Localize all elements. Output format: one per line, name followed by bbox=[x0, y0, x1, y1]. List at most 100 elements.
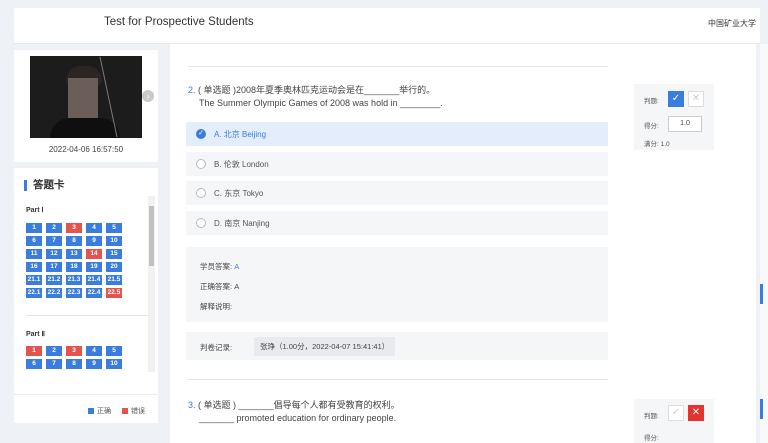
answer-cell-correct[interactable]: 22.2 bbox=[46, 288, 62, 298]
answer-cell-correct[interactable]: 19 bbox=[86, 262, 102, 272]
correct-answer-value: A bbox=[234, 282, 240, 291]
option-d-label: D. 南京 Nanjing bbox=[214, 219, 270, 228]
answer-cell-correct[interactable]: 21.3 bbox=[66, 275, 82, 285]
answer-cell-correct[interactable]: 4 bbox=[86, 346, 102, 356]
grading-panel: 判题: ✓ ✕ 得分: 1.0 满分: 1.0 bbox=[634, 84, 714, 150]
answer-cell-correct[interactable]: 18 bbox=[66, 262, 82, 272]
answer-cell-correct[interactable]: 11 bbox=[26, 249, 42, 259]
answer-card: 答题卡 Part Ⅰ 1 2 3 4 5 6 7 8 9 10 11 12 13 14 15 16 17 18 19… bbox=[14, 168, 158, 423]
answer-cell-correct[interactable]: 13 bbox=[66, 249, 82, 259]
answer-cell-correct[interactable]: 9 bbox=[86, 236, 102, 246]
full-score-value: 1.0 bbox=[660, 141, 670, 148]
answer-cell-correct[interactable]: 17 bbox=[46, 262, 62, 272]
close-icon[interactable]: ✕ bbox=[688, 91, 704, 107]
answer-cell-correct[interactable]: 7 bbox=[46, 359, 62, 369]
option-d[interactable]: D. 南京 Nanjing bbox=[186, 211, 608, 235]
scrollbar-thumb[interactable] bbox=[149, 206, 154, 266]
student-answer-label: 学员答案: bbox=[200, 262, 233, 271]
option-b-label: B. 伦敦 London bbox=[214, 160, 269, 169]
option-a-label: A. 北京 Beijing bbox=[214, 130, 267, 139]
part-divider bbox=[26, 315, 148, 316]
answer-cell-correct[interactable]: 6 bbox=[26, 236, 42, 246]
answer-cell-wrong[interactable]: 1 bbox=[26, 346, 42, 356]
organization-name: 中国矿业大学 bbox=[708, 19, 756, 28]
question-text-cn: 2008年夏季奥林匹克运动会是在_______举行的。 bbox=[236, 85, 436, 95]
right-side-strip bbox=[760, 44, 768, 443]
option-b[interactable]: B. 伦敦 London bbox=[186, 152, 608, 176]
radio-icon[interactable] bbox=[196, 218, 206, 228]
radio-icon[interactable] bbox=[196, 188, 206, 198]
student-answer-value: A bbox=[234, 262, 240, 271]
answer-cell-correct[interactable]: 10 bbox=[106, 359, 122, 369]
question-panel: 2. ( 单选题 )2008年夏季奥林匹克运动会是在_______举行的。 Th… bbox=[170, 44, 756, 443]
correct-answer-label: 正确答案: bbox=[200, 282, 233, 291]
answer-cell-correct[interactable]: 21.2 bbox=[46, 275, 62, 285]
radio-icon[interactable] bbox=[196, 159, 206, 169]
answer-cell-correct[interactable]: 22.3 bbox=[66, 288, 82, 298]
answer-cell-correct[interactable]: 8 bbox=[66, 359, 82, 369]
option-c[interactable]: C. 东京 Tokyo bbox=[186, 181, 608, 205]
answer-cell-correct[interactable]: 6 bbox=[26, 359, 42, 369]
part-1-label: Part Ⅰ bbox=[26, 207, 44, 214]
question-divider-top bbox=[188, 66, 608, 67]
answer-details: 学员答案: A 正确答案: A 解释说明: bbox=[186, 247, 608, 322]
grading-record-label: 判卷记录: bbox=[200, 343, 233, 352]
scroll-marker bbox=[760, 284, 763, 304]
option-c-label: C. 东京 Tokyo bbox=[214, 189, 264, 198]
answer-cell-correct[interactable]: 21.1 bbox=[26, 275, 42, 285]
answer-cell-correct[interactable]: 2 bbox=[46, 223, 62, 233]
person-body bbox=[50, 118, 120, 138]
answer-cell-correct[interactable]: 21.5 bbox=[106, 275, 122, 285]
question-text-cn: _______倡导每个人都有受教育的权利。 bbox=[238, 400, 400, 410]
answer-cell-correct[interactable]: 22.4 bbox=[86, 288, 102, 298]
answer-cell-wrong[interactable]: 3 bbox=[66, 223, 82, 233]
answer-cell-correct[interactable]: 15 bbox=[106, 249, 122, 259]
legend-correct: 正确 bbox=[88, 406, 111, 416]
answer-cell-correct[interactable]: 1 bbox=[26, 223, 42, 233]
grading-record: 判卷记录: 张琤（1.00分，2022-04-07 15:41:41） bbox=[186, 332, 608, 360]
answer-cell-correct[interactable]: 5 bbox=[106, 346, 122, 356]
score-input[interactable]: 1.0 bbox=[668, 116, 702, 132]
answer-cell-wrong[interactable]: 3 bbox=[66, 346, 82, 356]
grading-panel-q3: 判题: ✓ ✕ 得分: bbox=[634, 399, 714, 443]
answer-cell-wrong[interactable]: 22.5 bbox=[106, 288, 122, 298]
answer-cell-correct[interactable]: 21.4 bbox=[86, 275, 102, 285]
answer-cell-correct[interactable]: 10 bbox=[106, 236, 122, 246]
answer-cell-correct[interactable]: 22.1 bbox=[26, 288, 42, 298]
question-3-title: 3. ( 单选题 ) _______倡导每个人都有受教育的权利。 bbox=[188, 400, 400, 411]
answer-cell-correct[interactable]: 9 bbox=[86, 359, 102, 369]
answer-cell-correct[interactable]: 16 bbox=[26, 262, 42, 272]
answer-card-title: 答题卡 bbox=[24, 180, 65, 191]
student-answer-row: 学员答案: A bbox=[200, 261, 239, 272]
question-number: 3. bbox=[188, 400, 196, 410]
answer-cell-correct[interactable]: 5 bbox=[106, 223, 122, 233]
answer-cell-correct[interactable]: 20 bbox=[106, 262, 122, 272]
answer-card-legend: 正确 错误 bbox=[14, 394, 158, 423]
legend-wrong-swatch bbox=[122, 408, 128, 414]
legend-wrong-label: 错误 bbox=[131, 408, 145, 415]
legend-wrong: 错误 bbox=[122, 406, 145, 416]
webcam-card: › 2022-04-06 16:57:50 bbox=[14, 50, 158, 162]
judge-label: 判题: bbox=[644, 98, 659, 105]
answer-cell-correct[interactable]: 4 bbox=[86, 223, 102, 233]
option-a[interactable]: ✓ A. 北京 Beijing bbox=[186, 122, 608, 146]
question-type: ( 单选题 ) bbox=[198, 85, 237, 95]
question-divider bbox=[188, 379, 608, 380]
answer-cell-correct[interactable]: 12 bbox=[46, 249, 62, 259]
answer-card-scrollbar[interactable] bbox=[148, 196, 155, 372]
answer-cell-correct[interactable]: 8 bbox=[66, 236, 82, 246]
grading-record-value: 张琤（1.00分，2022-04-07 15:41:41） bbox=[254, 337, 396, 356]
check-icon[interactable]: ✓ bbox=[668, 405, 684, 421]
close-icon[interactable]: ✕ bbox=[688, 405, 704, 421]
answer-cell-correct[interactable]: 7 bbox=[46, 236, 62, 246]
question-number: 2. bbox=[188, 85, 196, 95]
question-3-english: _______ promoted education for ordinary … bbox=[199, 413, 397, 423]
answer-cell-correct[interactable]: 2 bbox=[46, 346, 62, 356]
radio-checked-icon[interactable]: ✓ bbox=[196, 129, 206, 139]
explanation-label: 解释说明: bbox=[200, 302, 233, 311]
check-icon[interactable]: ✓ bbox=[668, 91, 684, 107]
snapshot-timestamp: 2022-04-06 16:57:50 bbox=[48, 145, 124, 154]
answer-cell-wrong[interactable]: 14 bbox=[86, 249, 102, 259]
chevron-right-icon[interactable]: › bbox=[142, 90, 154, 102]
part-2-label: Part Ⅱ bbox=[26, 331, 46, 338]
